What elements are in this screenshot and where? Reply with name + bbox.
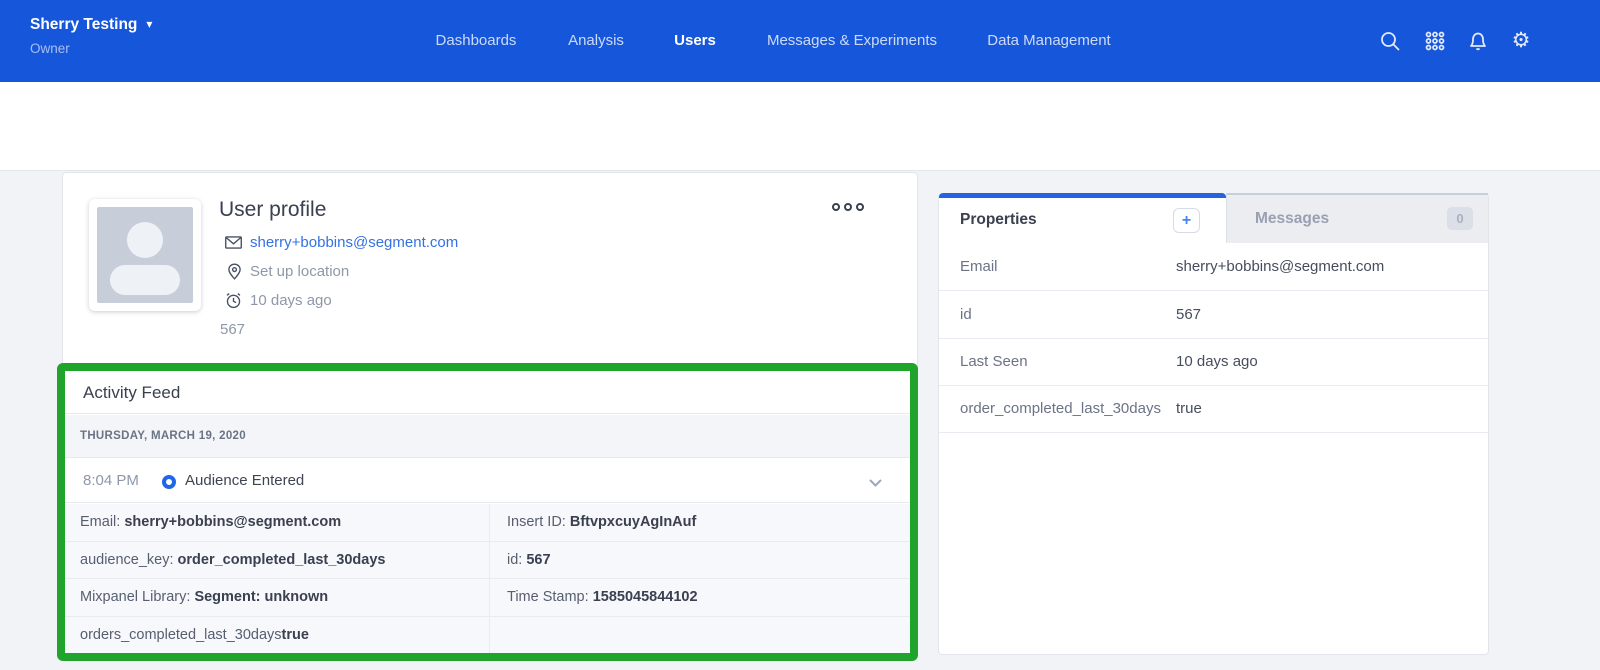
tab-messages-label: Messages [1255,210,1329,228]
activity-feed-section: Activity Feed [63,372,917,414]
property-label: id [960,306,972,323]
caret-down-icon: ▾ [146,17,152,31]
property-label: Email [960,258,998,275]
nav-item-messages-experiments[interactable]: Messages & Experiments [767,31,937,51]
property-row: Email sherry+bobbins@segment.com [939,243,1488,291]
activity-feed-title: Activity Feed [83,383,180,403]
event-detail-cell: Time Stamp: 1585045844102 [490,579,917,617]
bell-icon[interactable] [1467,30,1489,52]
tab-properties[interactable]: Properties + [939,193,1226,243]
nav-item-data-management[interactable]: Data Management [987,31,1110,51]
last-seen-text: 10 days ago [250,292,332,309]
event-name: Audience Entered [185,472,304,489]
tab-properties-label: Properties [960,211,1037,229]
event-detail-cell: Insert ID: BftvpxcuyAgInAuf [490,504,917,542]
properties-card: Properties + Messages 0 Email sherry+bob… [938,193,1489,655]
event-detail-cell: id: 567 [490,542,917,580]
user-profile-card: User profile sherry+bobbins@segment.com … [62,172,918,654]
apps-grid-icon[interactable] [1424,30,1446,52]
activity-date-header: THURSDAY, MARCH 19, 2020 [63,415,917,458]
event-detail-cell: Mixpanel Library: Segment: unknown [63,579,490,617]
location-pin-icon [225,262,244,281]
property-row: Last Seen 10 days ago [939,338,1488,386]
property-value: 10 days ago [1176,353,1258,370]
location-text[interactable]: Set up location [250,263,349,280]
user-id: 567 [220,321,245,338]
sub-tab-strip: Explore Cohorts [0,82,1600,171]
tab-messages[interactable]: Messages 0 [1226,193,1488,243]
nav-item-users[interactable]: Users [674,31,716,51]
nav-item-analysis[interactable]: Analysis [568,31,624,51]
messages-count-badge: 0 [1447,207,1473,230]
event-detail-cell: audience_key: order_completed_last_30day… [63,542,490,580]
event-details-table: Email: sherry+bobbins@segment.com Insert… [63,504,917,654]
workspace-name: Sherry Testing [30,16,137,33]
add-property-button[interactable]: + [1173,208,1200,233]
profile-email-link[interactable]: sherry+bobbins@segment.com [250,234,458,251]
workspace-role: Owner [30,41,152,56]
property-label: Last Seen [960,353,1028,370]
nav-item-dashboards[interactable]: Dashboards [436,31,517,51]
avatar [89,199,201,311]
clock-icon [224,291,243,310]
user-silhouette-icon [97,207,193,303]
property-value-email-link[interactable]: sherry+bobbins@segment.com [1176,258,1384,275]
activity-event-row[interactable]: 8:04 PM Audience Entered [63,459,917,503]
property-row: order_completed_last_30days true [939,385,1488,433]
event-detail-cell: orders_completed_last_30daystrue [63,617,490,655]
chevron-down-icon[interactable] [869,475,882,484]
properties-card-tabs: Properties + Messages 0 [939,193,1488,243]
workspace-switcher[interactable]: Sherry Testing ▾ Owner [30,16,152,56]
gear-icon[interactable]: ⚙ [1510,30,1532,52]
property-value: true [1176,400,1202,417]
event-time: 8:04 PM [83,472,139,489]
property-value: 567 [1176,306,1201,323]
event-detail-cell: Email: sherry+bobbins@segment.com [63,504,490,542]
user-profile-title: User profile [219,198,326,222]
envelope-icon [224,233,243,252]
property-row: id 567 [939,291,1488,339]
event-detail-cell [490,617,917,655]
event-type-icon [162,475,176,489]
search-icon[interactable] [1379,30,1401,52]
more-options-button[interactable] [832,203,864,211]
top-nav: Sherry Testing ▾ Owner Dashboards Analysi… [0,0,1600,82]
property-label: order_completed_last_30days [960,400,1161,417]
